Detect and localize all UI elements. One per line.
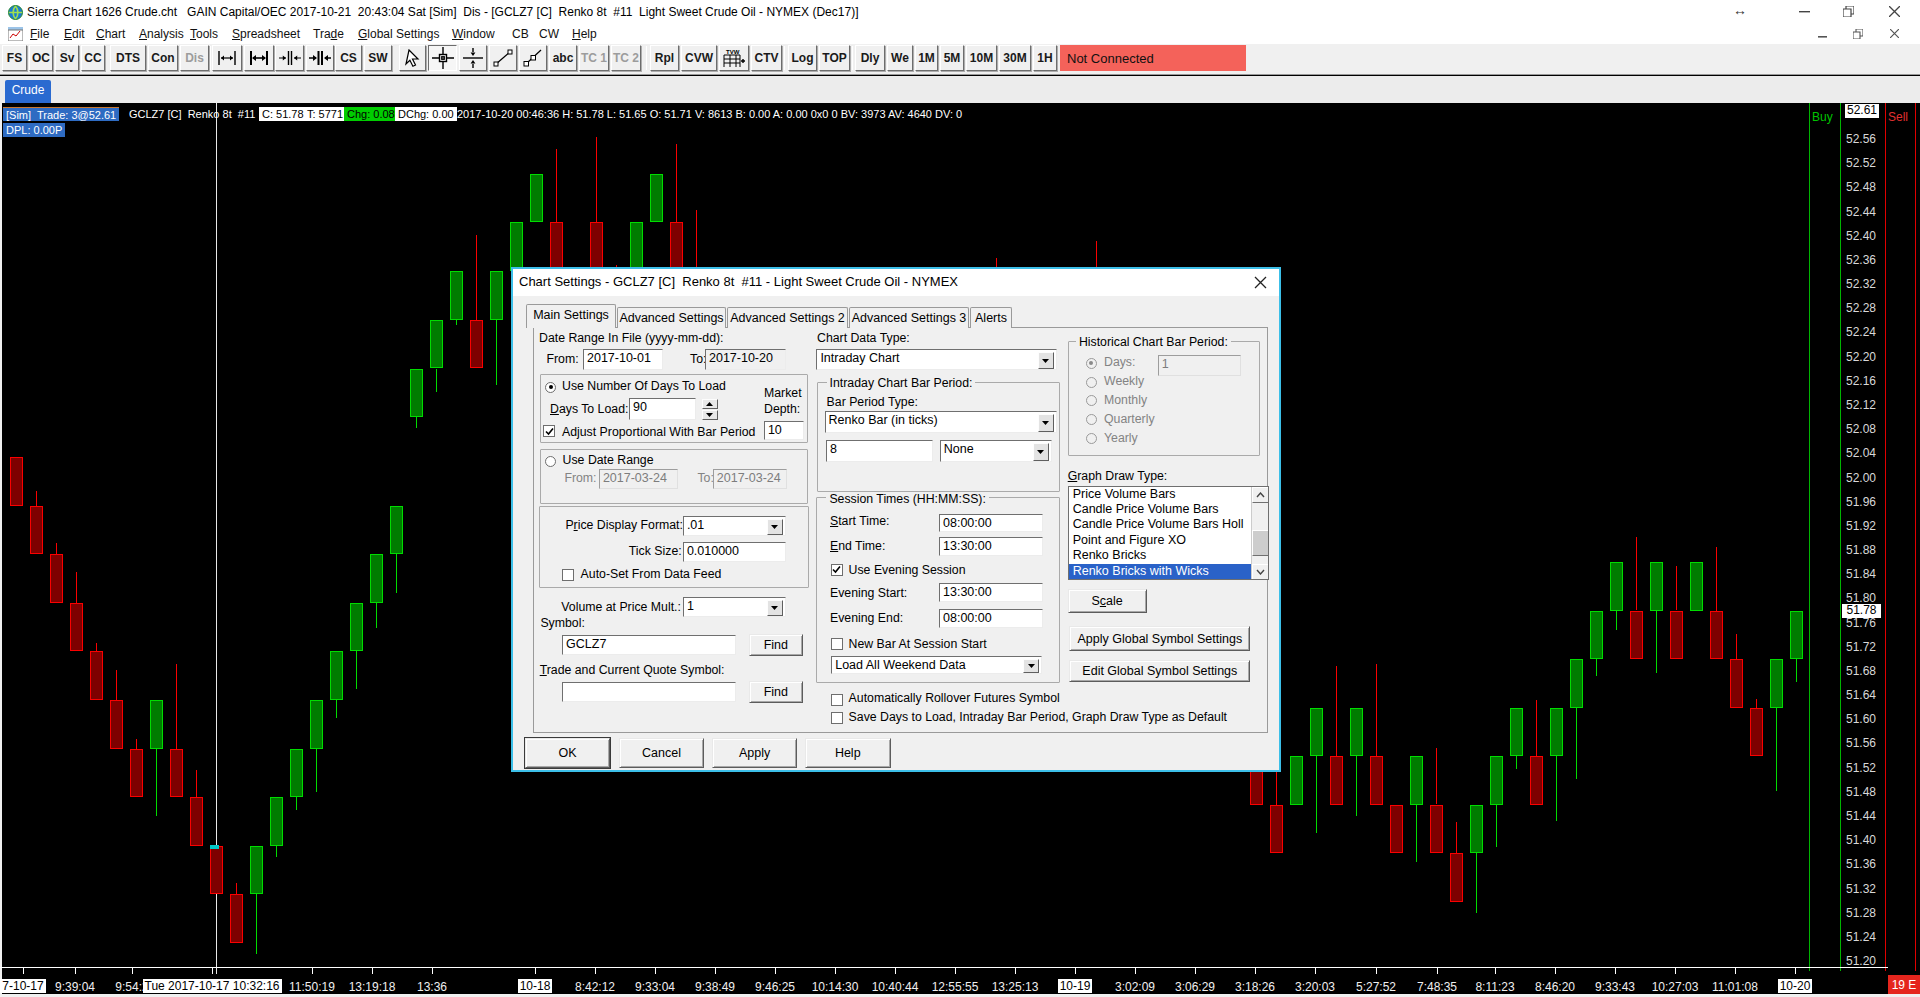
svg-text:TVW: TVW	[726, 49, 740, 55]
